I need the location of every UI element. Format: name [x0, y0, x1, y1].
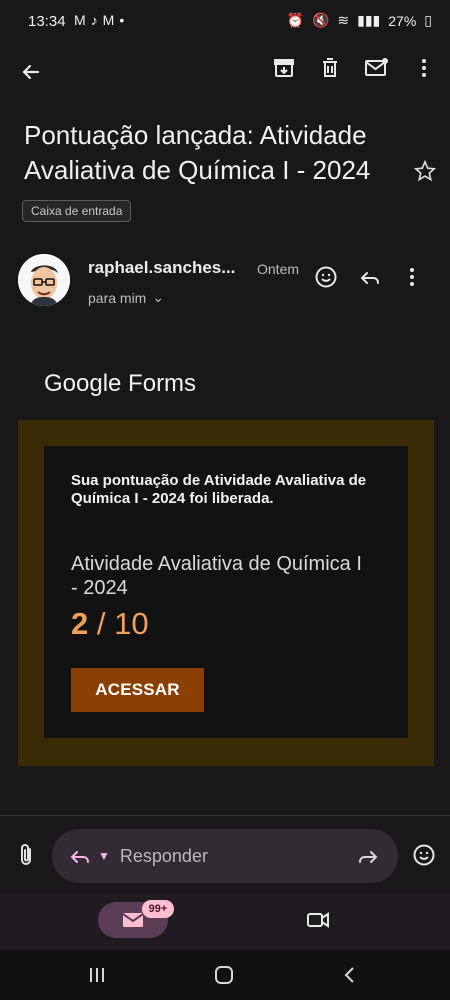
tiktok-icon: ♪: [90, 12, 98, 28]
status-time: 13:34: [28, 13, 66, 30]
meet-tab[interactable]: [305, 909, 331, 931]
reply-bar[interactable]: ▼ Responder: [52, 829, 398, 883]
more-icon: [410, 268, 414, 286]
emoji-button[interactable]: [412, 843, 436, 867]
emoji-reaction-button[interactable]: [314, 265, 338, 289]
smile-icon: [315, 266, 337, 288]
back-button[interactable]: [18, 60, 42, 84]
status-bar: 13:34 M ♪ M • ⏰ 🔇 ≋ ▮▮▮ 27% ▯: [0, 0, 450, 44]
score-display: 2 / 10: [71, 606, 149, 642]
reply-divider: [0, 815, 450, 816]
sender-avatar[interactable]: [18, 254, 70, 306]
battery-icon: ▯: [424, 12, 432, 28]
attach-button[interactable]: [15, 842, 37, 868]
score-value: 2: [71, 606, 89, 641]
form-title: Atividade Avaliativa de Química I - 2024: [71, 553, 362, 599]
battery-level: 27%: [388, 12, 417, 29]
smile-icon: [413, 844, 435, 866]
score-total: 10: [114, 606, 149, 641]
message-more-button[interactable]: [402, 265, 422, 289]
alarm-icon: ⏰: [286, 12, 304, 28]
star-icon: [414, 160, 436, 182]
system-indicators: ⏰ 🔇 ≋ ▮▮▮ 27% ▯: [287, 12, 432, 29]
mark-unread-button[interactable]: [364, 56, 390, 80]
forward-icon: [359, 851, 378, 863]
forward-button[interactable]: [356, 844, 380, 868]
google-forms-logo: Google Forms: [44, 370, 197, 397]
wifi-icon: ≋: [337, 12, 350, 28]
reply-button[interactable]: [358, 265, 382, 289]
access-button[interactable]: ACESSAR: [71, 668, 204, 712]
dot-icon: •: [119, 12, 125, 28]
reply-icon: [360, 272, 379, 284]
video-camera-icon: [307, 912, 329, 928]
chevron-left-icon: [344, 967, 354, 983]
notification-icons: M ♪ M •: [74, 12, 124, 28]
reply-icon: [70, 851, 89, 863]
recipient-label: para mim: [88, 289, 147, 306]
star-button[interactable]: [414, 160, 436, 182]
system-navigation-bar: [0, 950, 450, 1000]
gmail-icon: M: [74, 12, 86, 28]
system-back-button[interactable]: [341, 965, 359, 985]
paperclip-icon: [21, 844, 31, 865]
inbox-label[interactable]: Caixa de entrada: [22, 200, 132, 222]
caret-down-icon[interactable]: ▼: [98, 849, 110, 863]
email-date: Ontem: [257, 261, 300, 277]
delete-button[interactable]: [318, 56, 342, 80]
mute-icon: 🔇: [311, 12, 330, 28]
recent-apps-icon: [90, 968, 104, 982]
home-icon: [215, 966, 233, 984]
reply-input[interactable]: Responder: [120, 846, 208, 867]
delete-icon: [323, 58, 337, 77]
chevron-down-icon: ⌄: [152, 289, 165, 305]
email-toolbar: [272, 56, 436, 80]
recipient-toggle[interactable]: para mim ⌄: [88, 289, 164, 306]
more-options-button[interactable]: [412, 56, 436, 80]
back-icon: [22, 64, 40, 80]
reply-mode-button[interactable]: [68, 844, 92, 868]
archive-icon: [274, 59, 294, 77]
bottom-navigation: [0, 894, 450, 950]
recent-apps-button[interactable]: [88, 965, 106, 985]
cartoon-avatar-image: [18, 254, 70, 306]
signal-icon: ▮▮▮: [357, 12, 381, 28]
home-button[interactable]: [214, 965, 234, 985]
gmail-icon: M: [102, 12, 115, 28]
message-actions: [314, 265, 422, 289]
mail-icon: [122, 913, 144, 927]
archive-button[interactable]: [272, 56, 296, 80]
mark-unread-icon: [365, 58, 388, 76]
score-separator: /: [96, 606, 106, 641]
sender-name[interactable]: raphael.sanches...: [88, 258, 235, 278]
unread-badge: 99+: [142, 900, 174, 918]
more-icon: [422, 59, 426, 77]
score-notice: Sua pontuação de Atividade Avaliativa de…: [71, 472, 367, 507]
email-subject: Pontuação lançada: Atividade Avaliativa …: [24, 120, 371, 185]
